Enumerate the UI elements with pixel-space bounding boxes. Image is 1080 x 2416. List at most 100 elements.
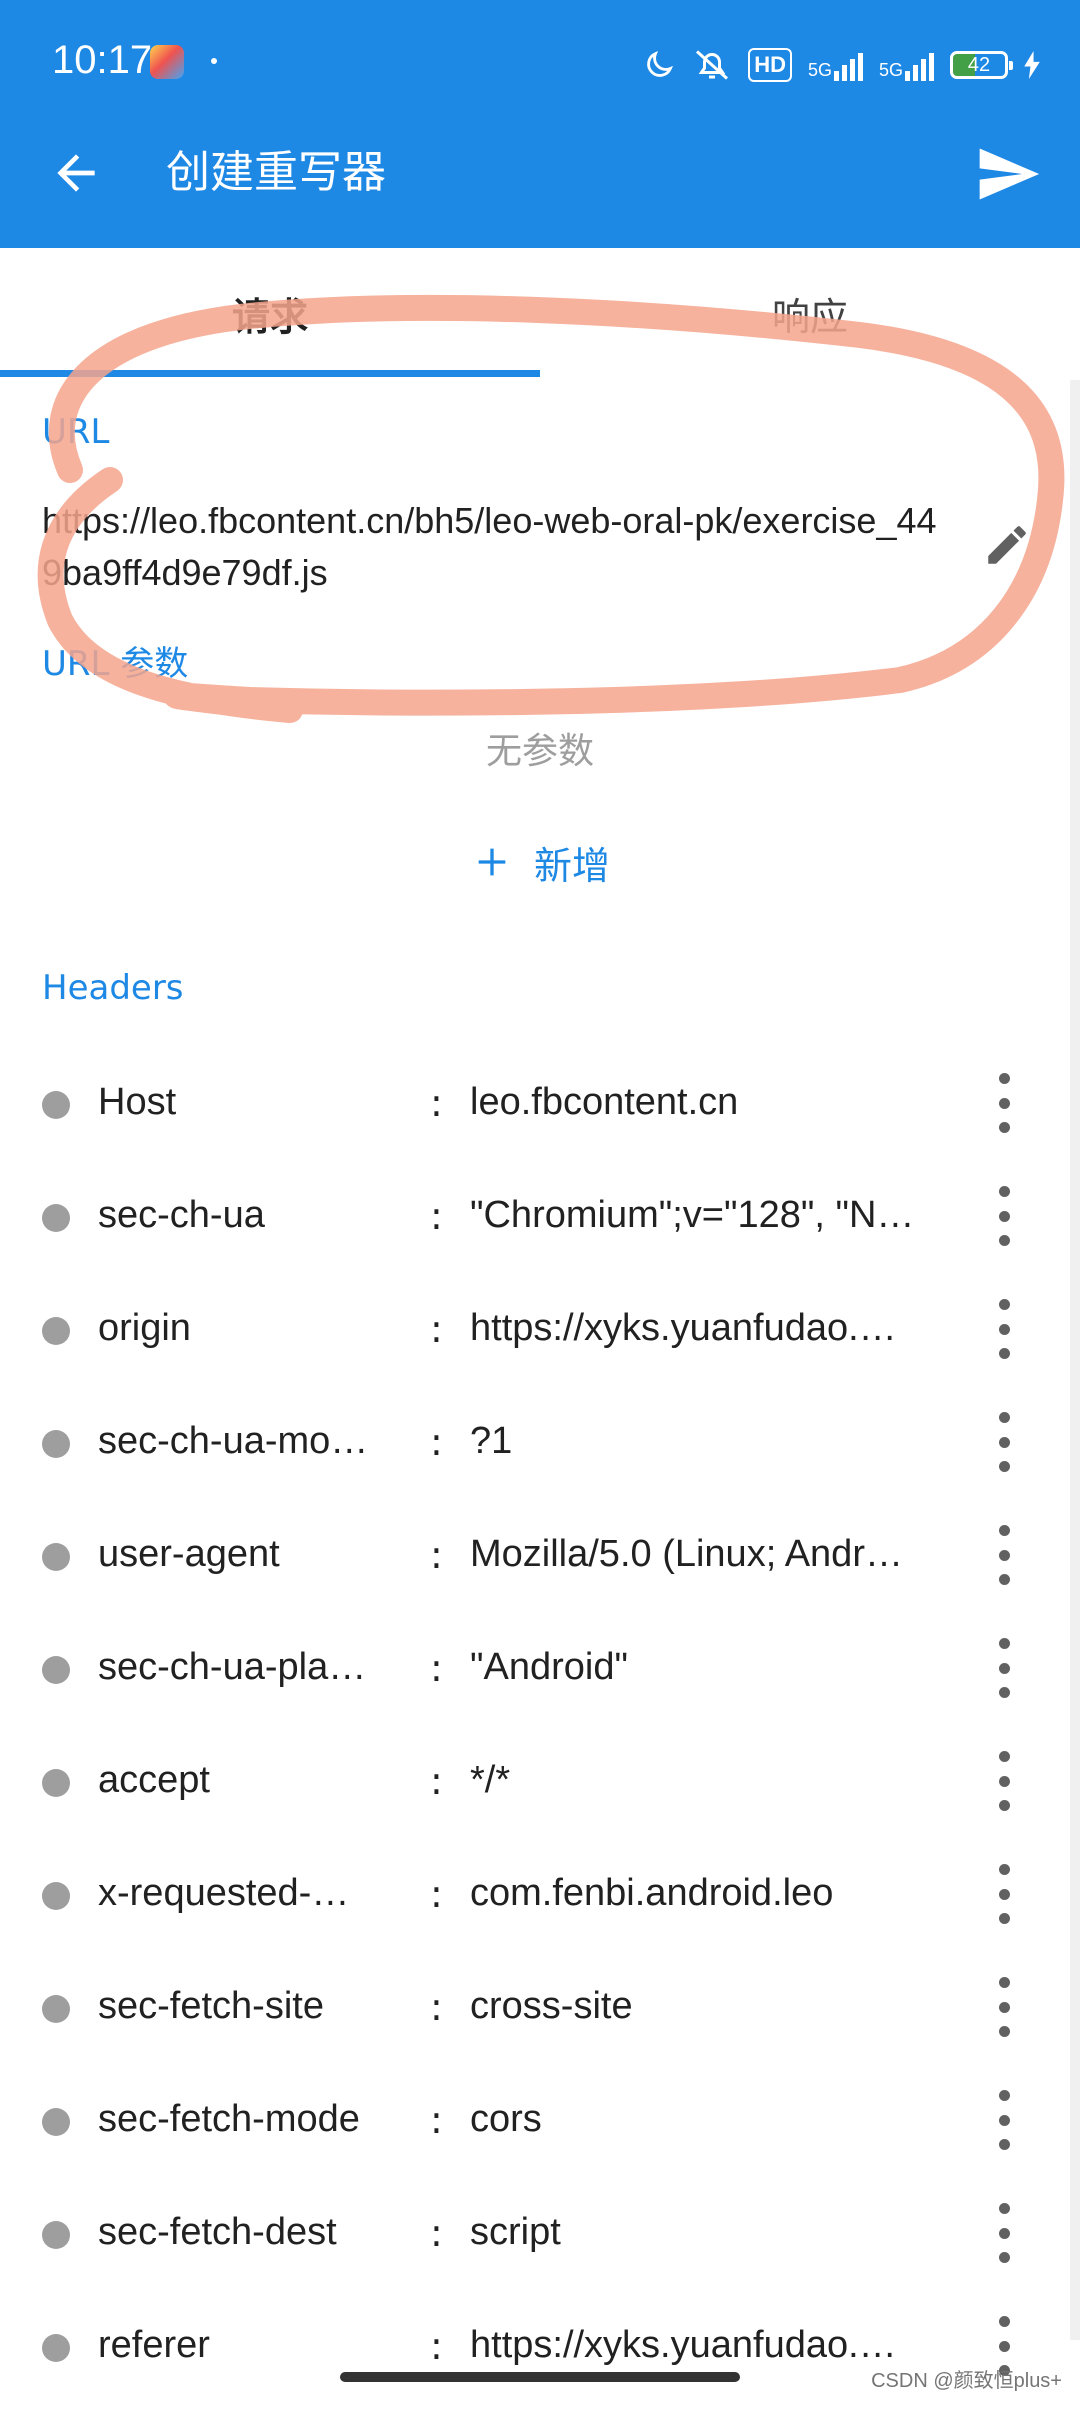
muted-bell-icon (692, 47, 732, 83)
header-name: origin (98, 1307, 191, 1349)
moon-icon (642, 48, 676, 82)
more-vert-icon[interactable] (990, 1751, 1018, 1811)
tab-bar: 请求 响应 (0, 255, 1080, 379)
header-dot-icon (42, 1769, 70, 1797)
header-name: accept (98, 1759, 210, 1801)
header-dot-icon (42, 1882, 70, 1910)
no-params-text: 无参数 (485, 731, 594, 772)
header-value: Mozilla/5.0 (Linux; Andr… (470, 1533, 903, 1575)
header-name: Host (98, 1081, 177, 1123)
header-separator: : (430, 2211, 443, 2255)
header-row[interactable]: sec-fetch-dest : script (0, 2193, 1080, 2303)
notification-dot (211, 58, 217, 64)
more-vert-icon[interactable] (990, 2203, 1018, 2263)
header-dot-icon (42, 1543, 70, 1571)
send-button[interactable] (974, 140, 1042, 208)
url-label: URL (42, 412, 110, 452)
header-value: */* (470, 1759, 511, 1801)
back-button[interactable] (48, 145, 104, 201)
header-row[interactable]: sec-fetch-mode : cors (0, 2080, 1080, 2190)
url-params-label: URL 参数 (42, 644, 189, 684)
header-name: sec-ch-ua-pla… (98, 1646, 367, 1688)
app-bar: 10:17 HD 5G 5G 42 创建重写器 (0, 0, 1080, 248)
header-dot-icon (42, 1204, 70, 1232)
header-value: leo.fbcontent.cn (470, 1081, 739, 1123)
more-vert-icon[interactable] (990, 1525, 1018, 1585)
header-row[interactable]: accept : */* (0, 1741, 1080, 1851)
header-row[interactable]: sec-fetch-site : cross-site (0, 1967, 1080, 2077)
pencil-icon (988, 526, 1026, 564)
edit-url-button[interactable] (982, 520, 1032, 570)
status-time: 10:17 (52, 38, 153, 82)
more-vert-icon[interactable] (990, 1186, 1018, 1246)
more-vert-icon[interactable] (990, 2090, 1018, 2150)
header-separator: : (430, 1194, 443, 1238)
header-name: sec-fetch-mode (98, 2098, 360, 2140)
header-value: https://xyks.yuanfudao.… (470, 1307, 897, 1349)
header-row[interactable]: sec-ch-ua : "Chromium";v="128", "N… (0, 1176, 1080, 1286)
signal-icon-2: 5G (879, 49, 934, 81)
header-separator: : (430, 1420, 443, 1464)
send-icon (979, 148, 1040, 200)
header-dot-icon (42, 1995, 70, 2023)
header-name: sec-ch-ua-mo… (98, 1420, 369, 1462)
header-separator: : (430, 1759, 443, 1803)
header-dot-icon (42, 1091, 70, 1119)
header-value: ?1 (470, 1420, 513, 1462)
home-indicator[interactable] (340, 2372, 740, 2382)
tab-request[interactable]: 请求 (0, 255, 540, 379)
signal-icon: 5G (808, 49, 863, 81)
header-value: "Chromium";v="128", "N… (470, 1194, 915, 1236)
header-dot-icon (42, 1317, 70, 1345)
headers-label: Headers (42, 968, 184, 1008)
header-value: script (470, 2211, 561, 2253)
battery-icon: 42 (950, 51, 1013, 79)
arrow-left-icon (57, 154, 95, 192)
header-separator: : (430, 2098, 443, 2142)
tab-response[interactable]: 响应 (540, 255, 1080, 379)
header-row[interactable]: Host : leo.fbcontent.cn (0, 1063, 1080, 1173)
header-dot-icon (42, 2108, 70, 2136)
hd-badge: HD (748, 48, 792, 82)
more-vert-icon[interactable] (990, 1299, 1018, 1359)
header-value: cors (470, 2098, 542, 2140)
header-name: sec-fetch-site (98, 1985, 324, 2027)
network-type-2: 5G (878, 60, 903, 80)
header-row[interactable]: sec-ch-ua-pla… : "Android" (0, 1628, 1080, 1738)
header-dot-icon (42, 2334, 70, 2362)
header-name: sec-fetch-dest (98, 2211, 337, 2253)
header-row[interactable]: x-requested-… : com.fenbi.android.leo (0, 1854, 1080, 1964)
header-separator: : (430, 2324, 443, 2368)
header-value: com.fenbi.android.leo (470, 1872, 834, 1914)
plus-icon (478, 848, 506, 876)
add-param-button[interactable]: 新增 (472, 830, 610, 894)
watermark: CSDN @颜致恒plus+ (871, 2370, 1062, 2392)
notification-app-icon (150, 45, 184, 79)
header-row[interactable]: sec-ch-ua-mo… : ?1 (0, 1402, 1080, 1512)
page-title: 创建重写器 (166, 147, 386, 198)
add-param-label: 新增 (534, 843, 611, 888)
charging-icon (1024, 51, 1040, 79)
header-value: "Android" (470, 1646, 628, 1688)
header-row[interactable]: user-agent : Mozilla/5.0 (Linux; Andr… (0, 1515, 1080, 1625)
more-vert-icon[interactable] (990, 1073, 1018, 1133)
header-dot-icon (42, 2221, 70, 2249)
header-separator: : (430, 1081, 443, 1125)
header-row[interactable]: origin : https://xyks.yuanfudao.… (0, 1289, 1080, 1399)
header-separator: : (430, 1307, 443, 1351)
more-vert-icon[interactable] (990, 1977, 1018, 2037)
more-vert-icon[interactable] (990, 1864, 1018, 1924)
header-separator: : (430, 1646, 443, 1690)
header-dot-icon (42, 1656, 70, 1684)
network-type-1: 5G (807, 60, 832, 80)
header-name: referer (98, 2324, 210, 2366)
header-name: user-agent (98, 1533, 280, 1575)
header-separator: : (430, 1533, 443, 1577)
url-value: https://leo.fbcontent.cn/bh5/leo-web-ora… (42, 500, 937, 593)
status-bar: 10:17 HD 5G 5G 42 (0, 0, 1080, 125)
header-separator: : (430, 1872, 443, 1916)
header-separator: : (430, 1985, 443, 2029)
header-value: https://xyks.yuanfudao.… (470, 2324, 897, 2366)
more-vert-icon[interactable] (990, 1638, 1018, 1698)
more-vert-icon[interactable] (990, 1412, 1018, 1472)
